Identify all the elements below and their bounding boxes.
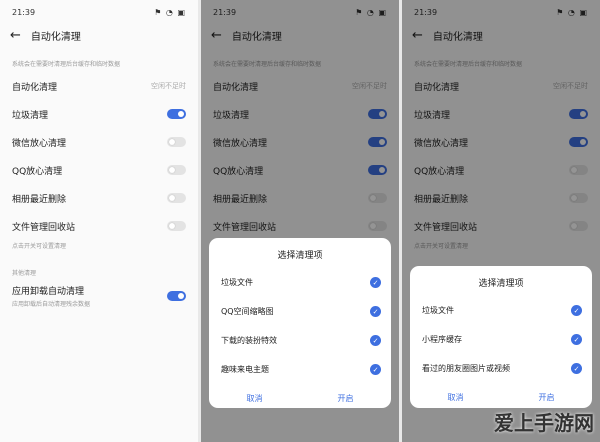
row-label: 文件管理回收站 (12, 222, 76, 233)
settings-panel-3: 21:39 ⚑ ◔ ▣ ← 自动化清理 系统会在需要时清理后台缓存和临时数据 自… (402, 0, 600, 442)
sheet-item-label: 趣味来电主题 (221, 365, 269, 374)
description: 系统会在需要时清理后台缓存和临时数据 (12, 61, 121, 68)
enable-button[interactable]: 开启 (338, 393, 354, 404)
header: ← 自动化清理 (0, 24, 198, 46)
status-time: 21:39 (12, 7, 36, 17)
sheet-item-label: 垃圾文件 (422, 306, 454, 315)
check-icon[interactable]: ✓ (370, 277, 381, 288)
sheet-item[interactable]: 下载的装扮特效 ✓ (209, 326, 391, 355)
sheet-item[interactable]: 垃圾文件 ✓ (209, 268, 391, 297)
screenshot: 21:39 ⚑ ◔ ▣ ← 自动化清理 系统会在需要时清理后台缓存和临时数据 自… (0, 0, 600, 442)
sheet-item[interactable]: 趣味来电主题 ✓ (209, 355, 391, 384)
row-label: 垃圾清理 (12, 110, 49, 121)
sheet-item[interactable]: 小程序缓存 ✓ (410, 325, 592, 354)
sheet-item[interactable]: 垃圾文件 ✓ (410, 296, 592, 325)
row-auto-clean[interactable]: 自动化清理 空闲不足时 (0, 72, 198, 100)
sheet-item-label: 垃圾文件 (221, 278, 253, 287)
cancel-button[interactable]: 取消 (448, 392, 464, 403)
check-icon[interactable]: ✓ (571, 363, 582, 374)
select-clean-items-sheet: 选择清理项 垃圾文件 ✓ 小程序缓存 ✓ 看过的朋友圈图片或视频 ✓ 取消 开启 (410, 266, 592, 408)
check-icon[interactable]: ✓ (370, 364, 381, 375)
toggle-uninstall-clean[interactable] (167, 291, 186, 301)
arrow-left-icon[interactable]: ← (10, 28, 21, 43)
row-uninstall-clean: 应用卸载自动清理 应用卸载后自动清理残余数据 (0, 280, 198, 308)
status-icons: ⚑ ◔ ▣ (154, 7, 186, 17)
section-title: 其他清理 (12, 270, 37, 277)
sheet-item-label: 小程序缓存 (422, 335, 462, 344)
row-label: 微信放心清理 (12, 138, 67, 149)
enable-button[interactable]: 开启 (539, 392, 555, 403)
toggle-qq-clean[interactable] (167, 165, 186, 175)
sheet-item[interactable]: QQ空间缩略图 ✓ (209, 297, 391, 326)
sheet-title: 选择清理项 (478, 279, 524, 289)
row-label: QQ放心清理 (12, 166, 63, 177)
status-bar: 21:39 ⚑ ◔ ▣ (0, 0, 198, 24)
settings-panel-1: 21:39 ⚑ ◔ ▣ ← 自动化清理 系统会在需要时清理后台缓存和临时数据 自… (0, 0, 198, 442)
row-label: 相册最近删除 (12, 194, 67, 205)
sheet-title: 选择清理项 (277, 251, 323, 261)
row-wechat-clean: 微信放心清理 (0, 128, 198, 156)
settings-panel-2: 21:39 ⚑ ◔ ▣ ← 自动化清理 系统会在需要时清理后台缓存和临时数据 自… (201, 0, 399, 442)
sheet-item-label: QQ空间缩略图 (221, 307, 274, 316)
watermark: 爱上手游网 (494, 411, 594, 435)
page-title: 自动化清理 (30, 31, 81, 43)
toggle-album-deleted[interactable] (167, 193, 186, 203)
row-qq-clean: QQ放心清理 (0, 156, 198, 184)
row-title: 应用卸载自动清理 (12, 287, 85, 297)
row-value: 空闲不足时 (151, 82, 186, 90)
check-icon[interactable]: ✓ (370, 335, 381, 346)
row-subtitle: 应用卸载后自动清理残余数据 (12, 301, 91, 308)
hint-text: 点击开关可设置清理 (12, 243, 67, 250)
sheet-item[interactable]: 看过的朋友圈图片或视频 ✓ (410, 354, 592, 383)
row-junk-clean: 垃圾清理 (0, 100, 198, 128)
cancel-button[interactable]: 取消 (247, 393, 263, 404)
sheet-item-label: 看过的朋友圈图片或视频 (422, 364, 510, 373)
row-file-recycle: 文件管理回收站 (0, 212, 198, 240)
row-album-deleted: 相册最近删除 (0, 184, 198, 212)
toggle-junk-clean[interactable] (167, 109, 186, 119)
row-label: 自动化清理 (12, 82, 58, 93)
toggle-wechat-clean[interactable] (167, 137, 186, 147)
check-icon[interactable]: ✓ (571, 334, 582, 345)
sheet-buttons: 取消 开启 (209, 386, 391, 410)
sheet-item-label: 下载的装扮特效 (221, 336, 277, 345)
check-icon[interactable]: ✓ (370, 306, 381, 317)
select-clean-items-sheet: 选择清理项 垃圾文件 ✓ QQ空间缩略图 ✓ 下载的装扮特效 ✓ 趣味来电主题 … (209, 238, 391, 408)
toggle-file-recycle[interactable] (167, 221, 186, 231)
check-icon[interactable]: ✓ (571, 305, 582, 316)
sheet-buttons: 取消 开启 (410, 385, 592, 409)
